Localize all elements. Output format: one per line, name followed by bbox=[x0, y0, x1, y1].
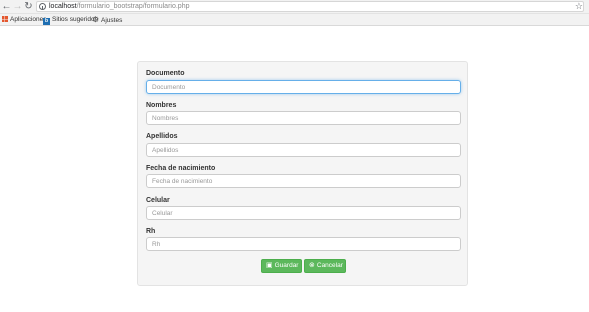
forward-arrow-icon[interactable]: → bbox=[12, 1, 23, 12]
fecha-nacimiento-input[interactable] bbox=[146, 174, 461, 188]
nombres-input[interactable] bbox=[146, 111, 461, 125]
bookmark-apps-label: Aplicaciones bbox=[10, 16, 47, 23]
form-panel: Documento Nombres Apellidos Fecha de nac… bbox=[137, 61, 468, 286]
cancel-button[interactable]: ⊗ Cancelar bbox=[304, 259, 346, 273]
info-icon[interactable] bbox=[39, 3, 46, 10]
apps-grid-icon bbox=[2, 16, 8, 22]
bookmark-suggested-sites[interactable]: b Sitios sugeridos bbox=[43, 15, 98, 25]
address-bar[interactable]: localhost/formulario_bootstrap/formulari… bbox=[36, 1, 584, 12]
apellidos-label: Apellidos bbox=[146, 133, 178, 140]
bookmark-settings-label: Ajustes bbox=[101, 17, 123, 24]
bookmarks-bar: Aplicaciones b Sitios sugeridos ⚙ Ajustes bbox=[0, 14, 589, 26]
rh-input[interactable] bbox=[146, 237, 461, 251]
bookmark-settings[interactable]: ⚙ Ajustes bbox=[92, 15, 122, 24]
reload-icon[interactable]: ↻ bbox=[23, 1, 34, 12]
fecha-nacimiento-label: Fecha de nacimiento bbox=[146, 165, 216, 172]
circle-x-icon: ⊗ bbox=[309, 262, 315, 269]
cancel-button-label: Cancelar bbox=[316, 262, 343, 269]
url-host: localhost bbox=[49, 3, 77, 10]
bookmark-suggested-sites-label: Sitios sugeridos bbox=[52, 16, 98, 23]
browser-toolbar: ← → ↻ localhost/formulario_bootstrap/for… bbox=[0, 0, 589, 14]
floppy-disk-icon: ▣ bbox=[266, 262, 273, 269]
save-button-label: Guardar bbox=[274, 262, 299, 269]
apellidos-input[interactable] bbox=[146, 143, 461, 157]
documento-label: Documento bbox=[146, 70, 185, 77]
celular-label: Celular bbox=[146, 197, 170, 204]
rh-label: Rh bbox=[146, 228, 156, 235]
celular-input[interactable] bbox=[146, 206, 461, 220]
url-text: localhost/formulario_bootstrap/formulari… bbox=[49, 2, 189, 11]
bookmark-apps[interactable]: Aplicaciones bbox=[2, 15, 47, 24]
back-arrow-icon[interactable]: ← bbox=[1, 1, 12, 12]
gear-icon: ⚙ bbox=[92, 15, 100, 24]
documento-input[interactable] bbox=[146, 80, 461, 94]
nombres-label: Nombres bbox=[146, 102, 177, 109]
bookmark-star-icon[interactable]: ☆ bbox=[575, 1, 583, 12]
url-path: /formulario_bootstrap/formulario.php bbox=[76, 3, 190, 10]
save-button[interactable]: ▣ Guardar bbox=[261, 259, 302, 273]
sites-icon: b bbox=[43, 18, 50, 25]
